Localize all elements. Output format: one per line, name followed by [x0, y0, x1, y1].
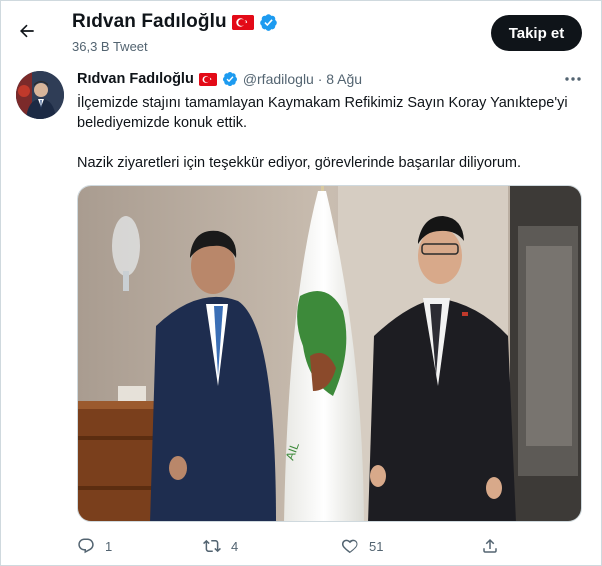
like-button[interactable]: 51 — [341, 532, 383, 560]
arrow-left-icon — [20, 24, 34, 38]
avatar[interactable] — [16, 71, 64, 119]
reply-icon — [78, 538, 94, 554]
share-icon — [483, 538, 497, 553]
verified-badge-icon — [259, 13, 277, 31]
verified-badge-icon — [222, 72, 237, 87]
more-dots-icon — [565, 77, 581, 81]
tweet-count: 36,3 B Tweet — [72, 39, 148, 54]
tweet-page: Rıdvan Fadıloğlu 36,3 B Tweet Takip et R… — [0, 0, 602, 566]
tweet-text-paragraph: Nazik ziyaretleri için teşekkür ediyor, … — [77, 155, 522, 171]
page-header: Rıdvan Fadıloğlu 36,3 B Tweet Takip et — [1, 1, 601, 65]
retweet-icon — [203, 539, 221, 553]
like-count: 51 — [369, 538, 384, 554]
share-button[interactable] — [481, 532, 499, 560]
retweet-count: 4 — [231, 538, 239, 554]
tweet-author-name[interactable]: Rıdvan Fadıloğlu — [77, 71, 194, 87]
tweet-text: İlçemizde stajını tamamlayan Kaymakam Re… — [77, 93, 583, 193]
turkey-flag-icon — [198, 72, 217, 86]
tweet-text-paragraph: İlçemizde stajını tamamlayan Kaymakam Re… — [77, 95, 568, 131]
turkey-flag-icon — [231, 14, 254, 30]
back-button[interactable] — [11, 15, 43, 47]
more-button[interactable] — [561, 69, 585, 89]
follow-button[interactable]: Takip et — [491, 15, 582, 51]
reply-button[interactable]: 1 — [77, 532, 112, 560]
heart-icon — [341, 539, 358, 554]
tweet-handle-date[interactable]: @rfadiloglu · 8 Ağu — [243, 71, 362, 87]
tweet-photo[interactable]: AIL — [77, 185, 582, 522]
header-title-row: Rıdvan Fadıloğlu — [72, 11, 278, 33]
header-display-name: Rıdvan Fadıloğlu — [72, 11, 227, 32]
reply-count: 1 — [105, 538, 113, 554]
retweet-button[interactable]: 4 — [203, 532, 238, 560]
tweet-header: Rıdvan Fadıloğlu @rfadiloglu · 8 Ağu — [77, 71, 362, 87]
tweet-actions: 1 4 51 — [67, 532, 587, 560]
